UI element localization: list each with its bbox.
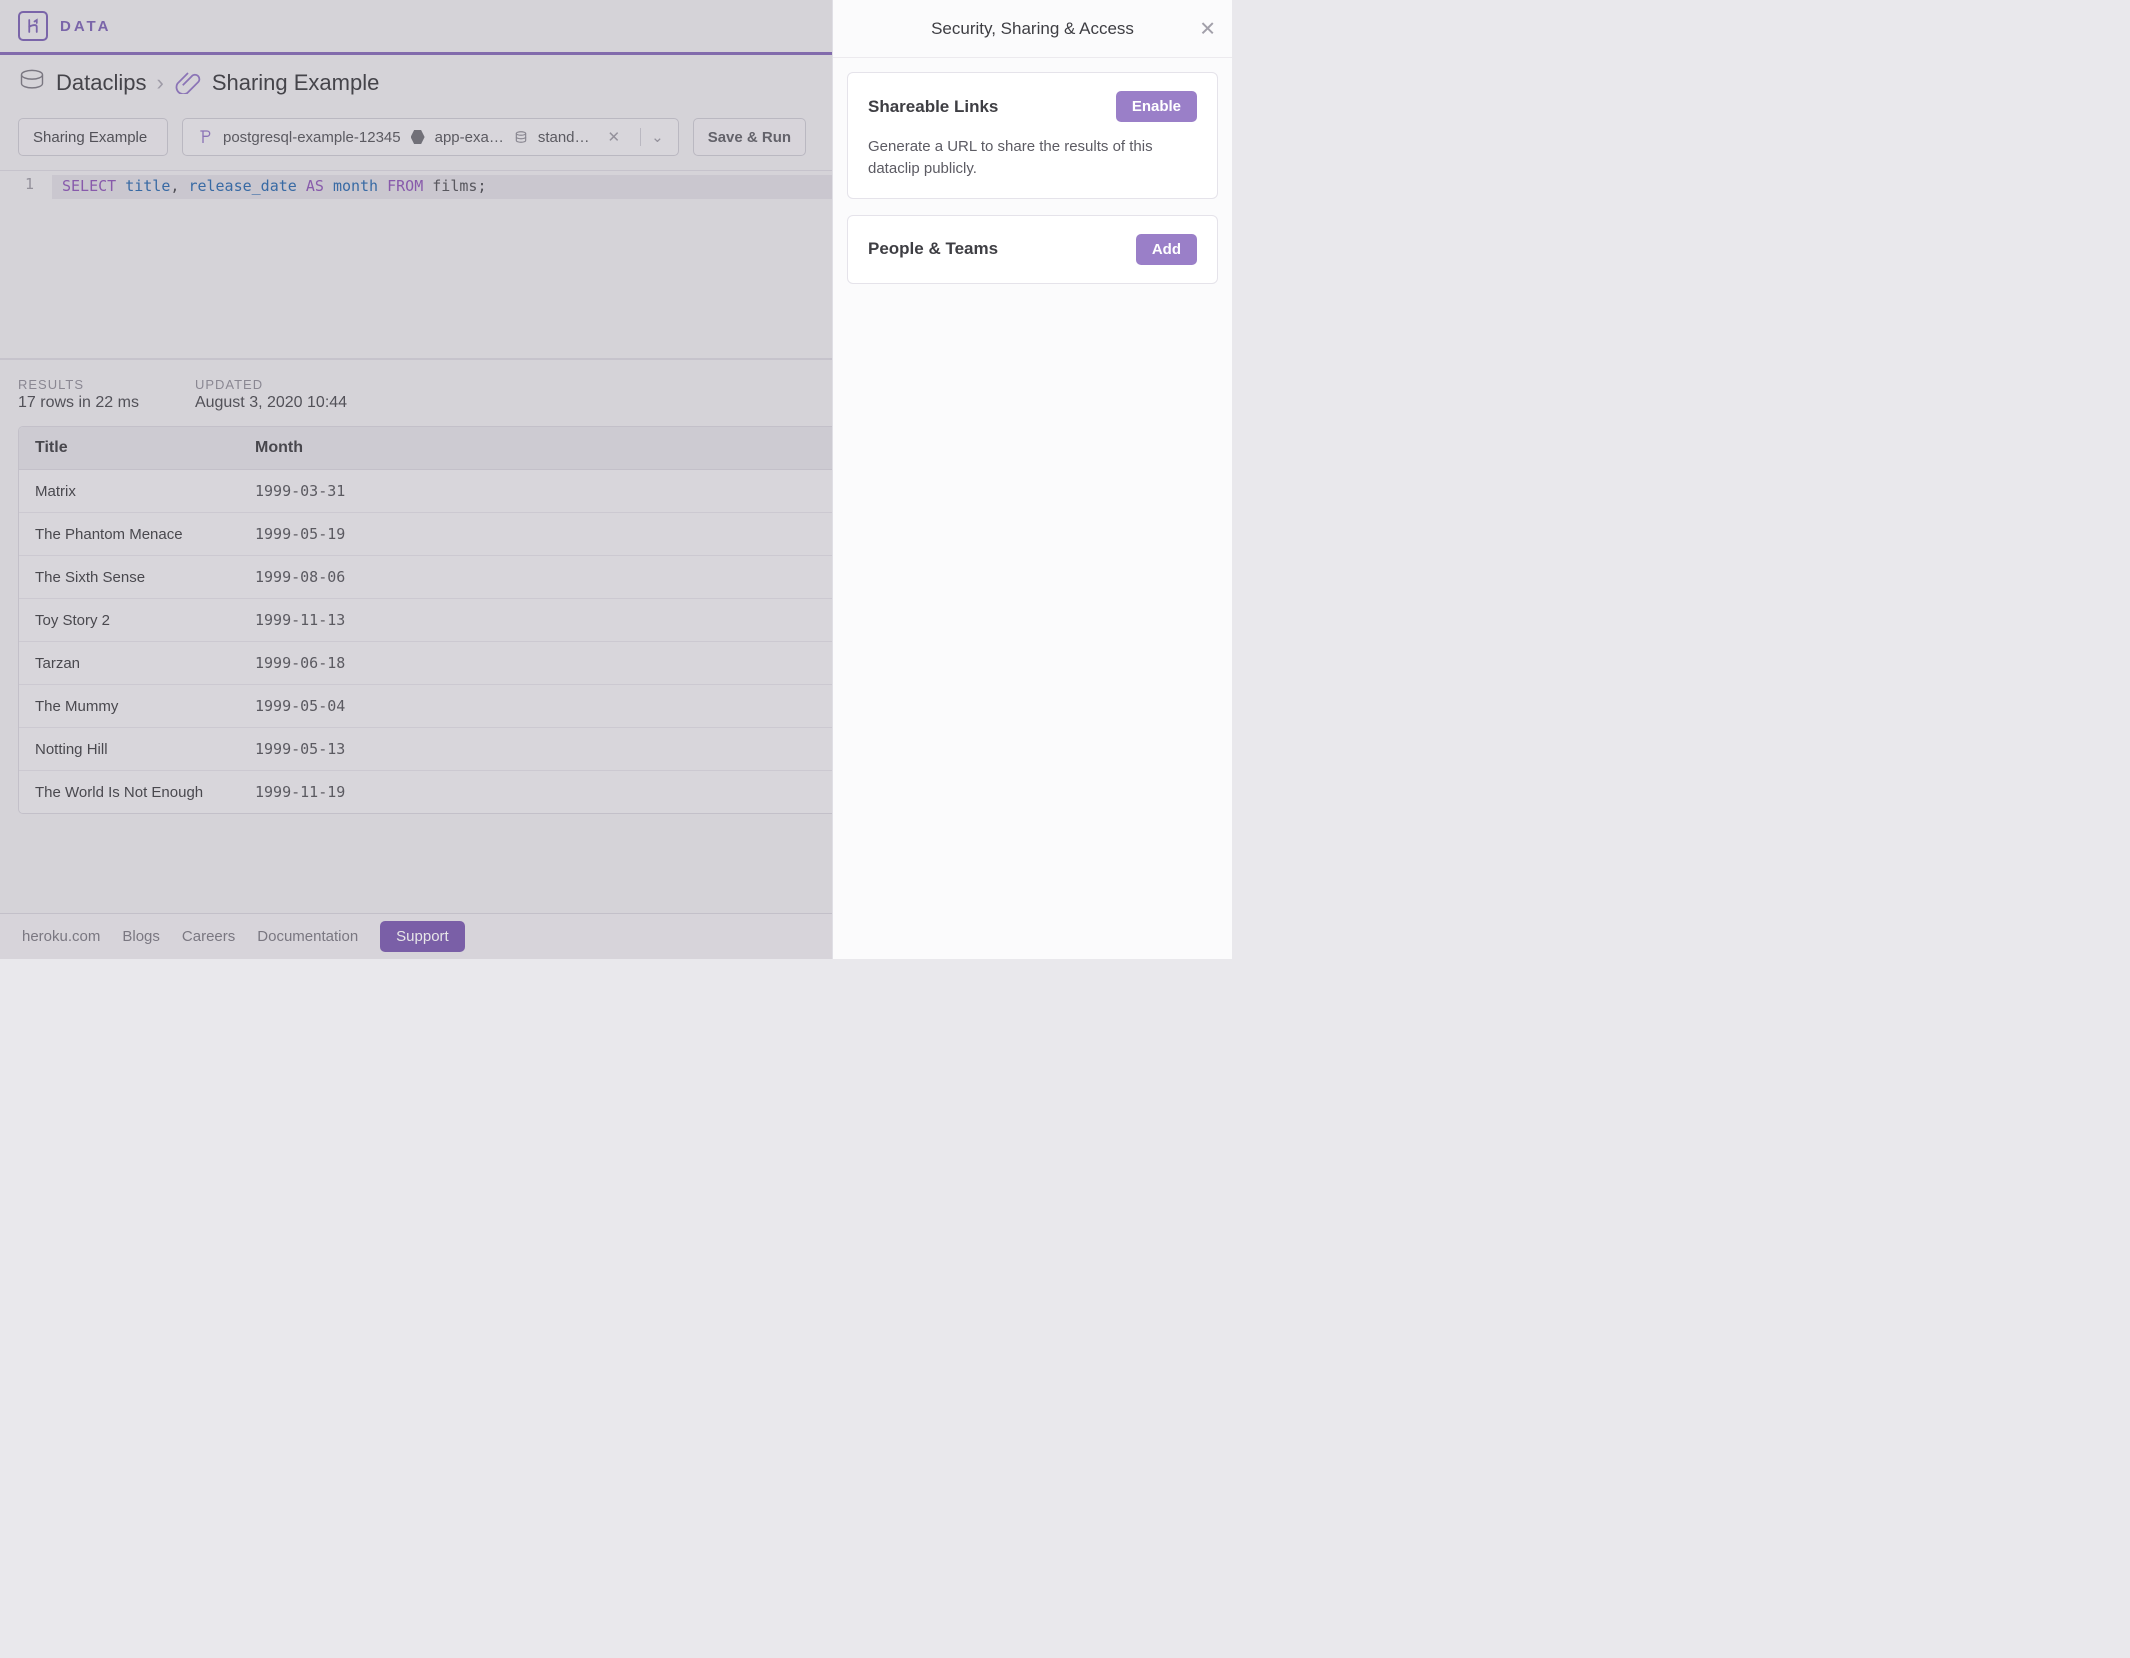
line-number: 1 bbox=[0, 175, 52, 193]
updated-value: August 3, 2020 10:44 bbox=[195, 394, 347, 412]
cell-title: The Phantom Menace bbox=[19, 513, 239, 556]
support-button[interactable]: Support bbox=[380, 921, 465, 952]
panel-title: Security, Sharing & Access bbox=[931, 19, 1134, 39]
cell-title: Tarzan bbox=[19, 642, 239, 685]
chevron-right-icon: › bbox=[156, 70, 163, 96]
footer-link[interactable]: Documentation bbox=[257, 928, 358, 945]
column-header-title[interactable]: Title bbox=[19, 427, 239, 470]
title-input[interactable]: Sharing Example bbox=[18, 118, 168, 156]
footer-link[interactable]: Careers bbox=[182, 928, 235, 945]
cell-title: The Mummy bbox=[19, 685, 239, 728]
add-button[interactable]: Add bbox=[1136, 234, 1197, 265]
footer-link[interactable]: Blogs bbox=[122, 928, 160, 945]
updated-label: UPDATED bbox=[195, 377, 347, 392]
cell-title: The Sixth Sense bbox=[19, 556, 239, 599]
stack-icon bbox=[514, 130, 528, 144]
dataclip-icon bbox=[174, 66, 202, 100]
cell-title: Matrix bbox=[19, 470, 239, 513]
cell-title: Notting Hill bbox=[19, 728, 239, 771]
brand-label: DATA bbox=[60, 18, 111, 35]
enable-button[interactable]: Enable bbox=[1116, 91, 1197, 122]
chevron-down-icon[interactable]: ⌄ bbox=[640, 128, 664, 146]
footer-link[interactable]: heroku.com bbox=[22, 928, 100, 945]
shareable-links-title: Shareable Links bbox=[868, 97, 998, 117]
breadcrumb-current: Sharing Example bbox=[212, 70, 380, 96]
datasource-select[interactable]: postgresql-example-12345 app-exa… stand…… bbox=[182, 118, 679, 156]
results-summary: 17 rows in 22 ms bbox=[18, 394, 139, 412]
dataclips-icon bbox=[18, 66, 46, 100]
cell-title: Toy Story 2 bbox=[19, 599, 239, 642]
results-label: RESULTS bbox=[18, 377, 139, 392]
cell-title: The World Is Not Enough bbox=[19, 771, 239, 814]
people-teams-card: People & Teams Add bbox=[847, 215, 1218, 284]
close-icon[interactable]: ✕ bbox=[1199, 16, 1216, 41]
clear-datasource-icon[interactable]: ✕ bbox=[608, 128, 621, 146]
people-teams-title: People & Teams bbox=[868, 239, 998, 259]
app-hex-icon bbox=[411, 130, 425, 144]
heroku-logo-icon[interactable] bbox=[18, 11, 48, 41]
shareable-links-desc: Generate a URL to share the results of t… bbox=[868, 136, 1197, 180]
postgres-icon bbox=[197, 129, 213, 145]
sharing-panel: Security, Sharing & Access ✕ Shareable L… bbox=[832, 0, 1232, 959]
save-run-button[interactable]: Save & Run bbox=[693, 118, 806, 156]
breadcrumb-root[interactable]: Dataclips bbox=[56, 70, 146, 96]
shareable-links-card: Shareable Links Enable Generate a URL to… bbox=[847, 72, 1218, 199]
